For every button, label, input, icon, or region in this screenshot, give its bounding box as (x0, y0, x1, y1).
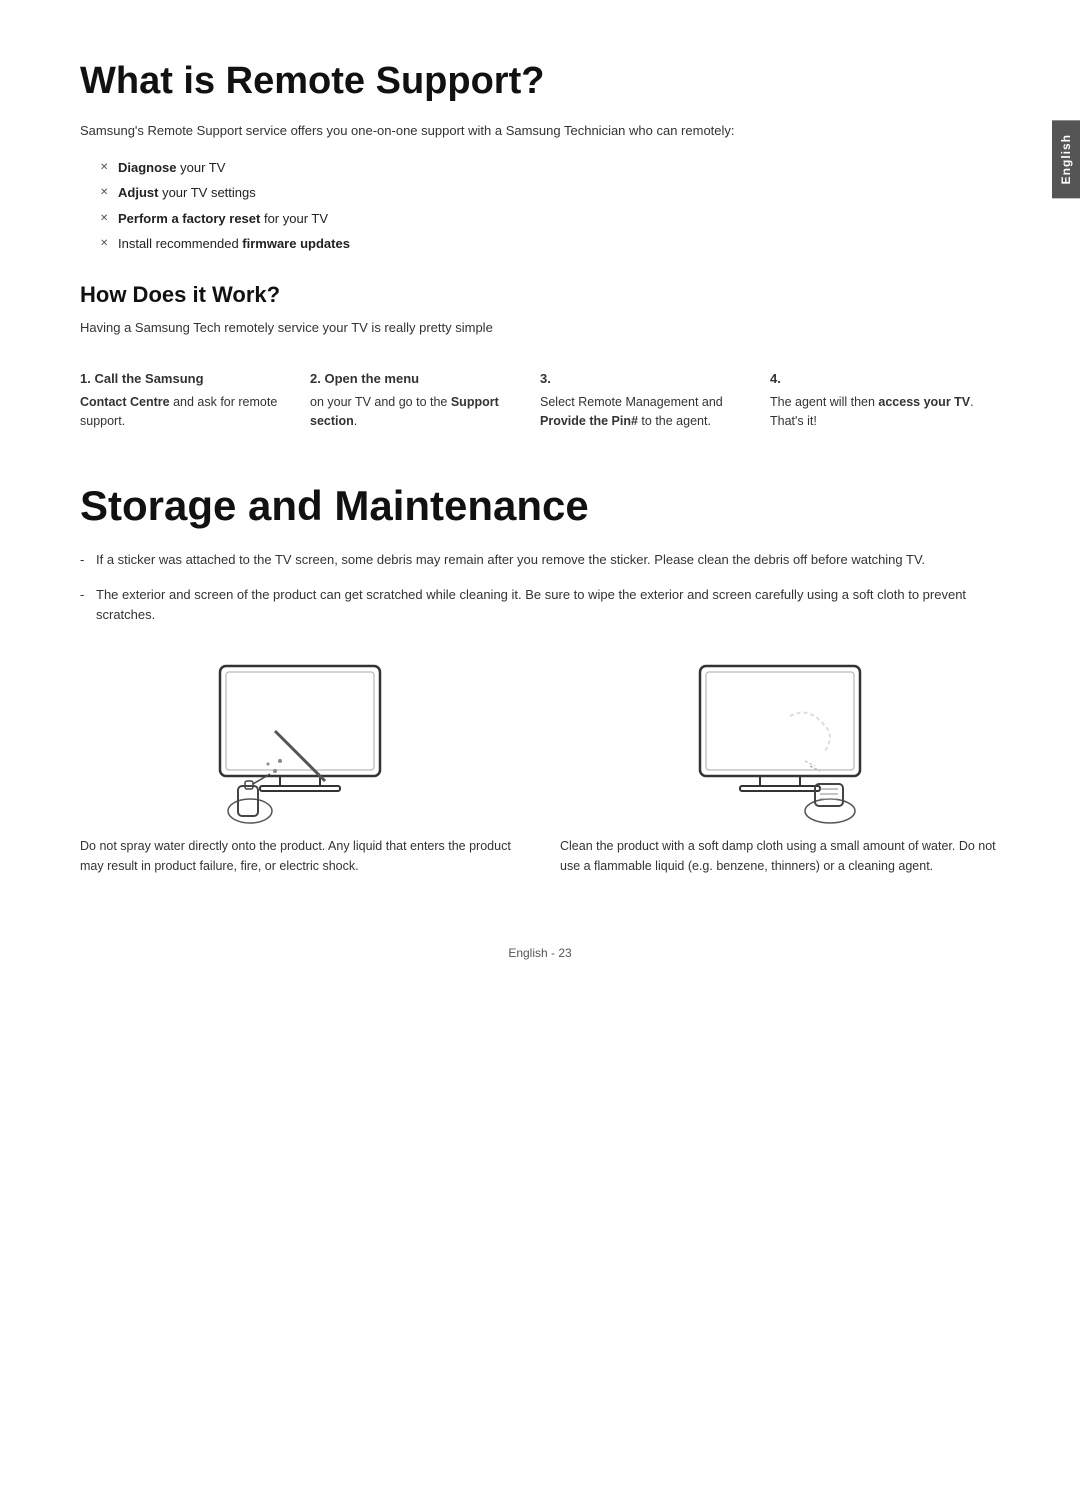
storage-bullet-2: The exterior and screen of the product c… (80, 585, 1000, 627)
remote-support-title: What is Remote Support? (80, 60, 1000, 103)
step-3: 3. Select Remote Management and Provide … (540, 369, 770, 432)
step-1: 1. Call the Samsung Contact Centre and a… (80, 369, 310, 432)
remote-support-intro: Samsung's Remote Support service offers … (80, 121, 1000, 142)
storage-images-row: Do not spray water directly onto the pro… (80, 656, 1000, 876)
step-2-num: 2. Open the menu (310, 371, 419, 386)
steps-row: 1. Call the Samsung Contact Centre and a… (80, 369, 1000, 432)
step-1-text: Contact Centre and ask for remote suppor… (80, 393, 290, 432)
bullet-factory-reset: Perform a factory reset for your TV (100, 209, 1000, 229)
how-does-it-work-intro: Having a Samsung Tech remotely service y… (80, 318, 1000, 339)
page-footer: English - 23 (80, 936, 1000, 960)
step-4-text: The agent will then access your TV. That… (770, 393, 980, 432)
storage-bullet-1: If a sticker was attached to the TV scre… (80, 550, 1000, 571)
cloth-clean-illustration (670, 656, 890, 836)
step-2-text: on your TV and go to the Support section… (310, 393, 520, 432)
step-1-num: 1. Call the Samsung (80, 371, 204, 386)
step-4: 4. The agent will then access your TV. T… (770, 369, 1000, 432)
step-4-num: 4. (770, 371, 781, 386)
image-2-caption: Clean the product with a soft damp cloth… (560, 836, 1000, 876)
image-1-caption: Do not spray water directly onto the pro… (80, 836, 520, 876)
bullet-adjust: Adjust your TV settings (100, 183, 1000, 203)
storage-title: Storage and Maintenance (80, 482, 1000, 530)
image-col-2: Clean the product with a soft damp cloth… (560, 656, 1000, 876)
bullet-diagnose: Diagnose your TV (100, 158, 1000, 178)
step-2: 2. Open the menu on your TV and go to th… (310, 369, 540, 432)
step-3-num: 3. (540, 371, 551, 386)
storage-bullets: If a sticker was attached to the TV scre… (80, 550, 1000, 626)
how-does-it-work-title: How Does it Work? (80, 282, 1000, 308)
bullet-firmware: Install recommended firmware updates (100, 234, 1000, 254)
no-spray-illustration (190, 656, 410, 836)
image-col-1: Do not spray water directly onto the pro… (80, 656, 520, 876)
step-3-text: Select Remote Management and Provide the… (540, 393, 750, 432)
side-tab: English (1052, 120, 1080, 198)
remote-support-bullets: Diagnose your TV Adjust your TV settings… (100, 158, 1000, 254)
